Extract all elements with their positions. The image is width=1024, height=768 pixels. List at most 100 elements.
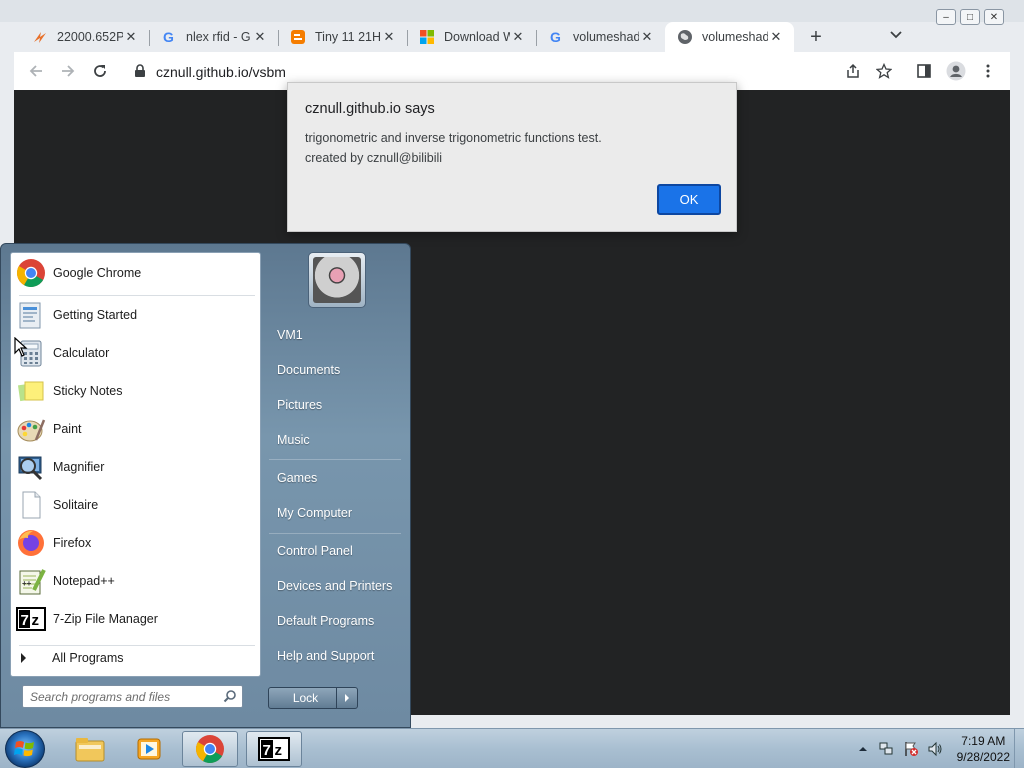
ok-button[interactable]: OK [657,184,721,215]
lock-icon[interactable] [134,64,146,81]
program-calculator[interactable]: Calculator [11,335,260,371]
taskbar: 7z 7:19 AM 9/28/2022 [0,728,1024,768]
separator [269,533,401,534]
mouse-pointer-icon [14,336,28,360]
tab-close-icon[interactable]: ✕ [639,29,655,45]
program-7-zip-file-manager[interactable]: 7z 7-Zip File Manager [11,601,260,637]
sticky-notes-icon [15,375,47,407]
start-item-documents[interactable]: Documents [277,363,340,377]
back-button[interactable] [26,61,46,81]
taskbar-7-zip[interactable]: 7z [246,731,302,767]
new-tab-button[interactable]: + [800,22,832,52]
url-text[interactable]: cznull.github.io/vsbm [156,64,286,80]
arrow-right-icon [345,694,349,702]
search-input[interactable]: Search programs and files [22,685,243,708]
reload-button[interactable] [90,61,110,81]
network-icon[interactable] [879,741,895,757]
action-center-icon[interactable] [903,741,919,757]
start-button[interactable] [5,730,45,768]
program-paint[interactable]: Paint [11,411,260,447]
program-label: Notepad++ [53,574,115,588]
program-google-chrome[interactable]: Google Chrome [11,255,260,291]
share-icon [847,63,859,78]
clock-time: 7:19 AM [961,734,1006,748]
programs-pane: Google Chrome Getting Started Calculator… [10,252,261,677]
program-label: Magnifier [53,460,105,474]
kebab-menu-icon [986,64,990,78]
google-icon: G [161,29,177,45]
bookmark-button[interactable] [874,61,894,81]
start-item-music[interactable]: Music [277,433,310,447]
taskbar-explorer[interactable] [62,731,118,767]
taskbar-chrome[interactable] [182,731,238,767]
tab-close-icon[interactable]: ✕ [768,29,784,45]
tab-close-icon[interactable]: ✕ [510,29,526,45]
svg-text:7: 7 [263,742,271,759]
start-item-my-computer[interactable]: My Computer [277,506,352,520]
program-magnifier[interactable]: Magnifier [11,449,260,485]
tab-close-icon[interactable]: ✕ [252,29,268,45]
firefox-icon [15,527,47,559]
tab-2[interactable]: Tiny 11 21H ✕ [278,22,407,52]
start-item-control-panel[interactable]: Control Panel [277,544,353,558]
title-bar [0,0,1024,22]
chrome-icon [15,257,47,289]
program-notepad-plus-plus[interactable]: ++ Notepad++ [11,563,260,599]
tab-close-icon[interactable]: ✕ [123,29,139,45]
svg-text:7: 7 [21,612,29,629]
all-programs-label: All Programs [52,651,124,665]
program-sticky-notes[interactable]: Sticky Notes [11,373,260,409]
tab-4[interactable]: G volumeshad ✕ [536,22,665,52]
volume-icon[interactable] [927,741,943,757]
taskbar-media-player[interactable] [122,731,178,767]
menu-button[interactable] [978,61,998,81]
tab-title: volumeshad [573,30,639,44]
start-menu: Google Chrome Getting Started Calculator… [0,243,411,728]
arrow-left-icon [29,65,42,77]
alert-message-line-1: trigonometric and inverse trigonometric … [305,131,602,145]
tab-strip: 22000.652P ✕ G nlex rfid - G ✕ Tiny 11 2… [20,20,1024,52]
start-item-vm1[interactable]: VM1 [277,328,303,342]
all-programs-button[interactable]: All Programs [21,651,124,665]
alert-message-line-2: created by cznull@bilibili [305,151,443,165]
getting-started-icon [15,299,47,331]
separator [269,459,401,460]
profile-button[interactable] [946,61,966,81]
tab-5-active[interactable]: volumeshad ✕ [665,22,794,52]
tab-0[interactable]: 22000.652P ✕ [20,22,149,52]
forward-button[interactable] [58,61,78,81]
microsoft-icon [419,29,435,45]
side-panel-button[interactable] [914,61,934,81]
share-button[interactable] [843,61,863,81]
start-item-help-and-support[interactable]: Help and Support [277,649,374,663]
program-label: Getting Started [53,308,138,322]
start-item-default-programs[interactable]: Default Programs [277,614,374,628]
lock-button[interactable]: Lock [268,687,343,709]
program-firefox[interactable]: Firefox [11,525,260,561]
chevron-down-icon [890,31,902,39]
search-placeholder: Search programs and files [30,690,171,704]
program-solitaire[interactable]: Solitaire [11,487,260,523]
search-icon[interactable] [223,689,237,706]
separator [19,295,255,296]
start-item-games[interactable]: Games [277,471,317,485]
start-item-pictures[interactable]: Pictures [277,398,322,412]
tab-close-icon[interactable]: ✕ [381,29,397,45]
program-getting-started[interactable]: Getting Started [11,297,260,333]
show-hidden-icons-button[interactable] [855,741,871,757]
tab-3[interactable]: Download W ✕ [407,22,536,52]
tab-search-button[interactable] [890,28,902,42]
start-item-devices-and-printers[interactable]: Devices and Printers [277,579,392,593]
tab-1[interactable]: G nlex rfid - G ✕ [149,22,278,52]
windows-explorer-icon [75,738,105,762]
clock[interactable]: 7:19 AM 9/28/2022 [957,733,1010,765]
program-label: Solitaire [53,498,99,512]
google-icon: G [548,29,564,45]
tab-title: Download W [444,30,510,44]
user-picture[interactable] [308,252,366,308]
arrow-right-icon [21,653,26,663]
program-label: Calculator [53,346,110,360]
show-desktop-button[interactable] [1014,729,1024,768]
shutdown-options-button[interactable] [336,687,358,709]
reload-icon [94,65,106,77]
